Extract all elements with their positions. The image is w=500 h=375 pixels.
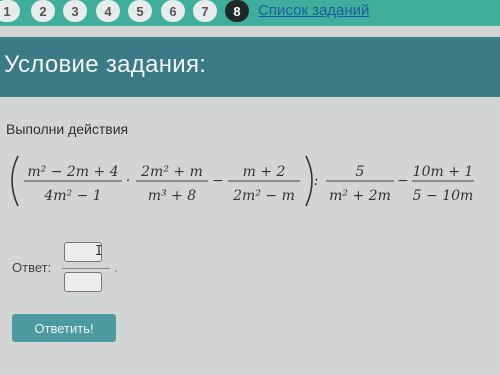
- text-cursor-icon: I: [95, 244, 103, 259]
- fraction-2-numerator: 2m² + m: [140, 164, 203, 180]
- fraction-5-numerator: 10m + 1: [413, 164, 474, 180]
- submit-answer-button[interactable]: Ответить!: [12, 314, 116, 342]
- fraction-4-numerator: 5: [356, 164, 365, 180]
- answer-denominator-input[interactable]: [64, 272, 102, 292]
- fraction-1-numerator: m² − 2m + 4: [27, 164, 118, 180]
- fraction-5-denominator: 5 − 10m: [413, 188, 474, 204]
- operator-divide: :: [314, 173, 319, 189]
- fraction-1-denominator: 4m² − 1: [43, 188, 101, 204]
- fraction-3-denominator: 2m² − m: [232, 188, 295, 204]
- operator-multiply: ·: [126, 173, 130, 189]
- fraction-3-numerator: m + 2: [243, 164, 286, 180]
- answer-label: Ответ:: [12, 260, 52, 275]
- left-paren: [11, 155, 19, 207]
- answer-dot: .: [114, 261, 118, 275]
- math-expression: m² − 2m + 4 4m² − 1 · 2m² + m m³ + 8 − m…: [11, 155, 474, 207]
- operator-minus-2: −: [397, 173, 409, 189]
- fraction-4-denominator: m² + 2m: [329, 188, 391, 204]
- operator-minus-1: −: [212, 173, 224, 189]
- right-paren: [305, 155, 313, 207]
- fraction-2-denominator: m³ + 8: [148, 188, 197, 204]
- answer-fraction-bar: [62, 268, 110, 269]
